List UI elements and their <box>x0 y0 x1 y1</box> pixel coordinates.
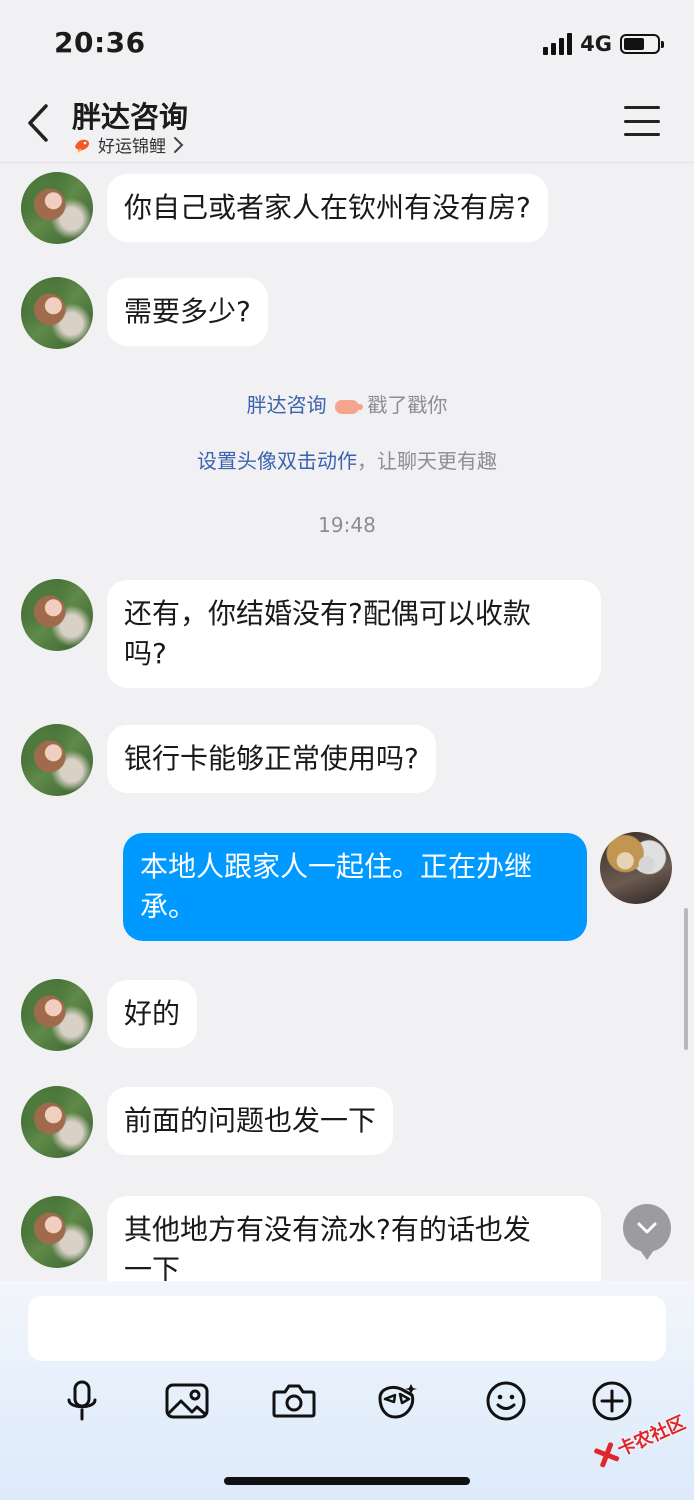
sticker-button[interactable] <box>374 1377 422 1425</box>
emoji-button[interactable] <box>482 1377 530 1425</box>
poke-sender-link[interactable]: 胖达咨询 <box>247 393 327 417</box>
input-toolbar <box>0 1377 694 1427</box>
battery-fill <box>624 38 644 50</box>
message-bubble[interactable]: 本地人跟家人一起住。正在办继 承。 <box>123 833 587 941</box>
my-avatar[interactable] <box>600 832 672 904</box>
status-time: 20:36 <box>54 26 146 59</box>
contact-avatar[interactable] <box>21 277 93 349</box>
message-line: 一下 <box>124 1253 181 1281</box>
image-button[interactable] <box>163 1377 211 1425</box>
back-button[interactable] <box>18 100 58 146</box>
image-icon <box>165 1383 209 1419</box>
message-line: 本地人跟家人一起住。正在办继 <box>140 850 533 883</box>
contact-avatar[interactable] <box>21 724 93 796</box>
camera-icon <box>272 1384 316 1418</box>
cellular-signal-icon <box>543 33 573 55</box>
status-indicators: 4G <box>543 30 664 58</box>
chevron-right-icon <box>174 136 184 153</box>
chevron-left-icon <box>28 104 48 142</box>
contact-avatar[interactable] <box>21 979 93 1051</box>
microphone-icon <box>67 1380 97 1421</box>
hamburger-line <box>624 133 660 136</box>
voice-button[interactable] <box>58 1377 106 1425</box>
hamburger-line <box>624 119 660 123</box>
avatar-action-tip: 设置头像双击动作，让聊天更有趣 <box>0 445 694 474</box>
message-bubble[interactable]: 好的 <box>107 980 198 1048</box>
koi-fish-icon <box>75 139 89 153</box>
status-bar: 20:36 4G <box>0 0 694 88</box>
message-bubble[interactable]: 你自己或者家人在钦州有没有房? <box>107 174 548 242</box>
chevron-down-icon <box>637 1222 657 1234</box>
message-bubble[interactable]: 前面的问题也发一下 <box>107 1087 394 1155</box>
message-input[interactable] <box>28 1296 666 1361</box>
contact-avatar[interactable] <box>21 1086 93 1158</box>
tip-text: ，让聊天更有趣 <box>357 449 497 473</box>
message-bubble[interactable]: 需要多少? <box>107 278 268 346</box>
sticker-icon <box>378 1384 417 1419</box>
input-panel <box>0 1281 694 1500</box>
message-line: 吗? <box>124 637 167 670</box>
poke-notice: 胖达咨询 戳了戳你 <box>0 389 694 418</box>
message-line: 承。 <box>140 890 197 923</box>
network-type: 4G <box>580 32 612 56</box>
chat-message-list[interactable]: 你自己或者家人在钦州有没有房? 需要多少? 胖达咨询 戳了戳你 设置头像双击动作… <box>0 163 694 1281</box>
battery-icon <box>620 34 664 54</box>
poke-hand-icon <box>335 399 363 414</box>
emoji-icon <box>486 1381 526 1421</box>
timestamp: 19:48 <box>318 513 376 537</box>
scroll-to-bottom-button[interactable] <box>623 1204 671 1260</box>
message-line: 还有，你结婚没有?配偶可以收款 <box>124 597 531 630</box>
chat-title: 胖达咨询 <box>72 100 189 134</box>
contact-avatar[interactable] <box>21 172 93 244</box>
status-badge-label: 好运锦鲤 <box>98 137 166 157</box>
message-bubble[interactable]: 银行卡能够正常使用吗? <box>107 725 436 793</box>
poke-action-text: 戳了戳你 <box>367 393 448 417</box>
message-bubble[interactable]: 还有，你结婚没有?配偶可以收款 吗? <box>107 580 601 688</box>
status-badge[interactable]: 好运锦鲤 <box>72 132 184 157</box>
chat-scrollbar[interactable] <box>684 908 688 1050</box>
message-bubble[interactable]: 其他地方有没有流水?有的话也发 一下 <box>107 1196 601 1281</box>
menu-button[interactable] <box>624 106 660 136</box>
hamburger-menu-icon <box>624 106 660 109</box>
set-avatar-action-link[interactable]: 设置头像双击动作 <box>197 449 357 473</box>
home-indicator[interactable] <box>224 1477 470 1485</box>
camera-button[interactable] <box>270 1377 318 1425</box>
contact-avatar[interactable] <box>21 579 93 651</box>
message-line: 其他地方有没有流水?有的话也发 <box>124 1213 531 1246</box>
watermark-text: 卡农社区 <box>614 1412 689 1461</box>
contact-avatar[interactable] <box>21 1196 93 1268</box>
chat-header: 胖达咨询 好运锦鲤 <box>0 88 694 163</box>
